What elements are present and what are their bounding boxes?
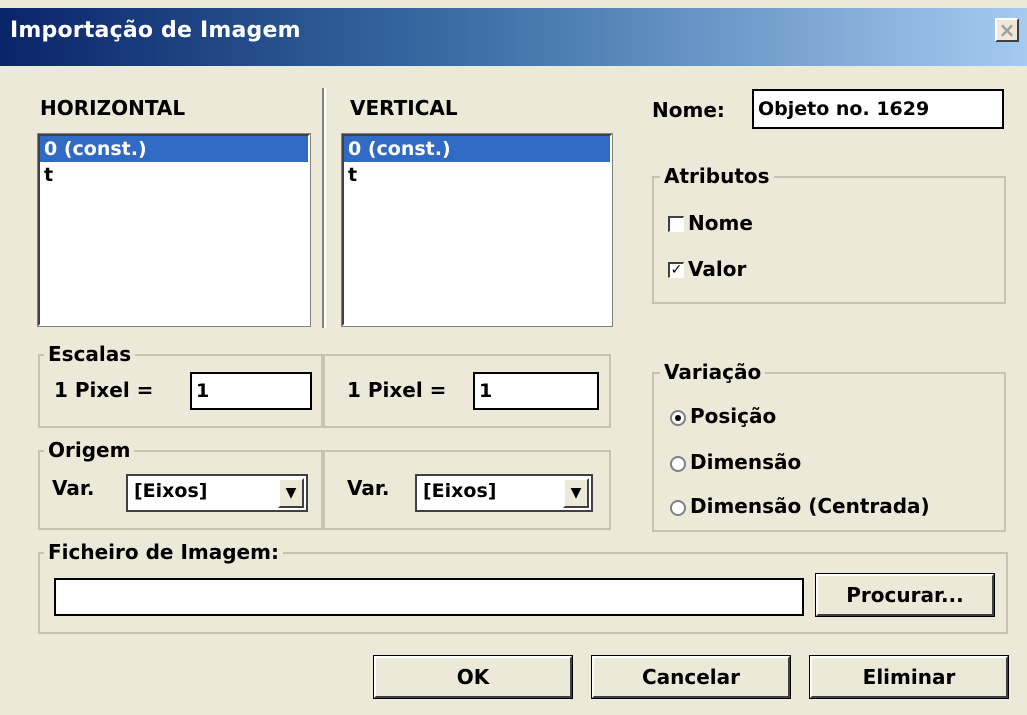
variation-group: Variação Posição Dimensão Dimensão (Cent… — [652, 360, 1006, 532]
variation-title: Variação — [660, 360, 766, 384]
origin-horizontal-value: [Eixos] — [134, 480, 208, 502]
origin-vertical-value: [Eixos] — [423, 480, 497, 502]
browse-button[interactable]: Procurar... — [815, 573, 995, 617]
variation-radio-dimension[interactable] — [670, 456, 686, 472]
origin-horizontal-dropdown-button[interactable]: ▼ — [278, 478, 304, 508]
attributes-title: Atributos — [660, 164, 774, 188]
checkmark-icon: ✓ — [670, 262, 683, 278]
scales-horizontal-group: Escalas 1 Pixel = 1 — [38, 342, 323, 428]
cancel-button[interactable]: Cancelar — [591, 655, 791, 699]
variation-label-position: Posição — [690, 404, 777, 428]
origin-vertical-label: Var. — [347, 476, 390, 500]
radio-selected-dot — [675, 415, 681, 421]
origin-horizontal-group: Origem Var. [Eixos] ▼ — [38, 438, 323, 530]
attributes-group: Atributos Nome ✓ Valor — [652, 164, 1006, 304]
vertical-list-item-1[interactable]: t — [344, 162, 610, 188]
variation-radio-dimension-centered[interactable] — [670, 500, 686, 516]
title-bar[interactable]: Importação de Imagem × — [0, 0, 1027, 68]
name-field[interactable]: Objeto no. 1629 — [752, 89, 1004, 129]
chevron-down-icon: ▼ — [570, 485, 582, 501]
scales-title: Escalas — [44, 342, 136, 366]
import-image-dialog: Importação de Imagem × HORIZONTAL 0 (con… — [0, 0, 1027, 715]
attribute-valor-label: Valor — [688, 257, 747, 281]
vertical-list-item-0[interactable]: 0 (const.) — [344, 136, 610, 162]
image-file-path-field[interactable] — [54, 578, 804, 616]
close-icon: × — [998, 18, 1016, 42]
variation-radio-position[interactable] — [670, 410, 686, 426]
ok-button[interactable]: OK — [373, 655, 573, 699]
delete-button[interactable]: Eliminar — [809, 655, 1009, 699]
horizontal-heading: HORIZONTAL — [40, 96, 186, 120]
origin-horizontal-select[interactable]: [Eixos] ▼ — [126, 474, 308, 512]
scale-horizontal-label: 1 Pixel = — [54, 378, 154, 402]
column-separator — [322, 88, 326, 328]
origin-vertical-select[interactable]: [Eixos] ▼ — [415, 474, 593, 512]
scale-horizontal-field[interactable]: 1 — [190, 372, 312, 410]
vertical-listbox[interactable]: 0 (const.) t — [341, 133, 613, 327]
origin-vertical-group: Var. [Eixos] ▼ — [323, 450, 611, 530]
origin-vertical-dropdown-button[interactable]: ▼ — [563, 478, 589, 508]
variation-label-dimension-centered: Dimensão (Centrada) — [690, 494, 930, 518]
scale-vertical-field[interactable]: 1 — [473, 372, 599, 410]
image-file-group: Ficheiro de Imagem: Procurar... — [38, 540, 1008, 634]
chevron-down-icon: ▼ — [285, 485, 297, 501]
horizontal-list-item-0[interactable]: 0 (const.) — [40, 136, 308, 162]
attribute-valor-checkbox[interactable]: ✓ — [668, 262, 684, 278]
window-title: Importação de Imagem — [10, 18, 301, 43]
scale-vertical-label: 1 Pixel = — [347, 378, 447, 402]
name-label: Nome: — [652, 98, 725, 122]
origin-horizontal-label: Var. — [52, 476, 95, 500]
vertical-heading: VERTICAL — [350, 96, 458, 120]
variation-label-dimension: Dimensão — [690, 450, 802, 474]
attribute-nome-label: Nome — [688, 211, 753, 235]
horizontal-list-item-1[interactable]: t — [40, 162, 308, 188]
attribute-nome-checkbox[interactable] — [668, 216, 684, 232]
scales-vertical-group: 1 Pixel = 1 — [323, 354, 611, 428]
image-file-title: Ficheiro de Imagem: — [44, 540, 283, 564]
origin-title: Origem — [44, 438, 135, 462]
close-button[interactable]: × — [995, 18, 1019, 42]
horizontal-listbox[interactable]: 0 (const.) t — [37, 133, 311, 327]
